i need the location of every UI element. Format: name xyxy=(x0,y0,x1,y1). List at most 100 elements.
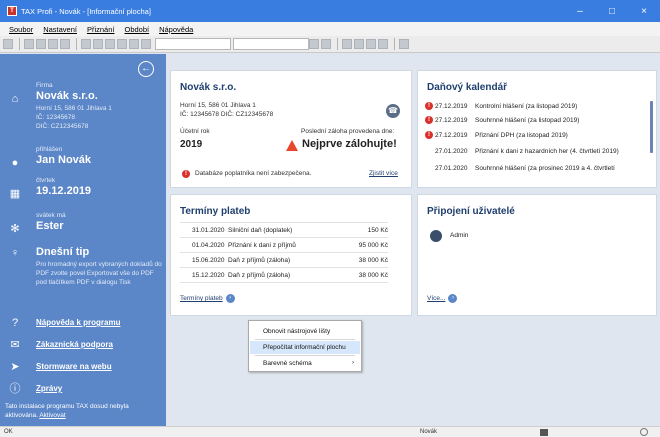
stormware-logo-icon: ➤ xyxy=(10,361,20,373)
toolbar-print-icon[interactable] xyxy=(60,39,70,49)
maximize-button[interactable]: □ xyxy=(596,0,628,22)
toolbar-paste-icon[interactable] xyxy=(105,39,115,49)
activation-text: Tato instalace programu TAX dosud nebyla… xyxy=(5,403,129,419)
tip-title: Dnešní tip xyxy=(36,246,90,258)
firm-address: Horní 15, 586 01 Jihlava 1 xyxy=(36,105,112,112)
payments-link[interactable]: Termíny plateb › xyxy=(180,294,235,303)
title-bar: T TAX Profi - Novák - [Informační plocha… xyxy=(0,0,660,22)
toolbar-separator xyxy=(337,38,338,50)
user-icon: ● xyxy=(11,157,19,169)
menu-refresh-toolbars[interactable]: Obnovit nástrojové lišty xyxy=(250,325,360,338)
toolbar-sort-icon[interactable] xyxy=(321,39,331,49)
payment-row[interactable]: 31.01.2020 Silniční daň (doplatek) 150 K… xyxy=(180,223,388,238)
nameday-name: Ester xyxy=(36,220,64,232)
menu-color-scheme[interactable]: Barevné schéma › xyxy=(250,357,360,370)
backup-warning[interactable]: Nejprve zálohujte! xyxy=(302,138,397,150)
alert-icon: ! xyxy=(425,116,433,124)
toolbar-cut-icon[interactable] xyxy=(81,39,91,49)
toolbar-filter-icon[interactable] xyxy=(309,39,319,49)
calendar-row[interactable]: ! 27.12.2019 Souhrnné hlášení (za listop… xyxy=(425,114,635,126)
context-menu: Obnovit nástrojové lišty Přepočítat info… xyxy=(248,320,362,372)
toolbar-delete-icon[interactable] xyxy=(117,39,127,49)
toolbar-next-icon[interactable] xyxy=(366,39,376,49)
toolbar-first-icon[interactable] xyxy=(342,39,352,49)
payment-row[interactable]: 01.04.2020 Přiznání k dani z příjmů 95 0… xyxy=(180,238,388,253)
home-icon: ⌂ xyxy=(11,93,19,105)
app-logo-icon: T xyxy=(7,6,17,16)
connected-user: Admin xyxy=(450,232,469,239)
menu-obdobi[interactable]: Období xyxy=(124,25,149,34)
more-info-link[interactable]: Zjistit více xyxy=(369,170,398,177)
toolbar-separator xyxy=(19,38,20,50)
submenu-arrow-icon: › xyxy=(352,360,354,366)
back-arrow-icon[interactable]: ← xyxy=(138,61,154,77)
toolbar-last-icon[interactable] xyxy=(378,39,388,49)
toolbar-copy-icon[interactable] xyxy=(93,39,103,49)
users-card: Připojení uživatelé Admin Více... › xyxy=(417,194,657,316)
activate-link[interactable]: Aktivovat xyxy=(39,412,65,419)
firm-label: Firma xyxy=(36,82,53,89)
menu-nastaveni[interactable]: Nastavení xyxy=(43,25,77,34)
warning-icon xyxy=(286,140,298,151)
menu-separator xyxy=(255,355,355,356)
company-address: Horní 15, 586 01 Jihlava 1 xyxy=(180,102,256,109)
menu-separator xyxy=(255,339,355,340)
alert-icon: ! xyxy=(425,131,433,139)
firm-dic: DIČ: CZ12345678 xyxy=(36,123,89,130)
help-link[interactable]: Nápověda k programu xyxy=(36,318,120,327)
web-link[interactable]: Stormware na webu xyxy=(36,362,112,371)
news-link[interactable]: Zprávy xyxy=(36,384,62,393)
toolbar-new-icon[interactable] xyxy=(24,39,34,49)
company-name: Novák s.r.o. xyxy=(180,82,237,93)
toolbar-grid-icon[interactable] xyxy=(3,39,13,49)
payment-row[interactable]: 15.12.2020 Daň z příjmů (záloha) 38 000 … xyxy=(180,268,388,283)
status-bar: OK Novák xyxy=(0,426,660,437)
calendar-scrollbar[interactable] xyxy=(650,101,653,153)
toolbar-undo-icon[interactable] xyxy=(129,39,139,49)
arrow-right-icon: › xyxy=(225,294,235,303)
alert-icon: ! xyxy=(425,102,433,110)
user-label: přihlášen xyxy=(36,146,63,153)
close-button[interactable]: × xyxy=(628,0,660,22)
toolbar-prev-icon[interactable] xyxy=(354,39,364,49)
nameday-label: svátek má xyxy=(36,212,66,219)
clock-icon xyxy=(640,428,648,436)
info-icon: ⓘ xyxy=(9,383,21,395)
toolbar-save-icon[interactable] xyxy=(48,39,58,49)
payments-card: Termíny plateb 31.01.2020 Silniční daň (… xyxy=(170,194,412,316)
tip-text: Pro hromadný export vybraných dokladů do… xyxy=(36,261,162,286)
calendar-row[interactable]: ! 27.12.2019 Přiznání DPH (za listopad 2… xyxy=(425,129,635,141)
minimize-button[interactable]: – xyxy=(564,0,596,22)
toolbar-find-icon[interactable] xyxy=(141,39,151,49)
support-link[interactable]: Zákaznická podpora xyxy=(36,340,113,349)
payment-row[interactable]: 15.06.2020 Daň z příjmů (záloha) 38 000 … xyxy=(180,253,388,268)
question-icon: ? xyxy=(11,317,19,329)
sidebar: ← ⌂ Firma Novák s.r.o. Horní 15, 586 01 … xyxy=(0,54,166,426)
menu-recalculate[interactable]: Přepočítat informační plochu xyxy=(250,341,360,354)
menu-bar: Soubor Nastavení Přiznání Období Nápověd… xyxy=(0,22,660,36)
menu-priznani[interactable]: Přiznání xyxy=(87,25,115,34)
company-ids: IČ: 12345678 DIČ: CZ12345678 xyxy=(180,111,274,118)
menu-soubor[interactable]: Soubor xyxy=(9,25,33,34)
fiscal-year-label: Účetní rok xyxy=(180,128,210,135)
user-avatar-icon xyxy=(430,230,442,242)
toolbar-search-input[interactable] xyxy=(155,38,231,50)
status-user: Novák xyxy=(420,429,438,435)
envelope-icon: ✉ xyxy=(10,339,20,351)
calendar-row[interactable]: ! 27.12.2019 Kontrolní hlášení (za listo… xyxy=(425,100,635,112)
current-date: 19.12.2019 xyxy=(36,185,92,197)
phone-icon[interactable]: ☎ xyxy=(386,104,400,118)
firm-name[interactable]: Novák s.r.o. xyxy=(36,90,98,102)
window-title: TAX Profi - Novák - [Informační plocha] xyxy=(21,6,151,16)
users-more-link[interactable]: Více... › xyxy=(427,294,458,303)
menu-napoveda[interactable]: Nápověda xyxy=(159,25,193,34)
lock-icon xyxy=(540,429,548,436)
calendar-row[interactable]: 27.01.2020 Přiznání k dani z hazardních … xyxy=(425,145,635,157)
fiscal-year: 2019 xyxy=(180,139,203,150)
error-icon: ! xyxy=(182,170,190,178)
calendar-title: Daňový kalendář xyxy=(427,82,508,93)
toolbar-help-icon[interactable] xyxy=(399,39,409,49)
toolbar-open-icon[interactable] xyxy=(36,39,46,49)
toolbar-filter-input[interactable] xyxy=(233,38,309,50)
calendar-row[interactable]: 27.01.2020 Souhrnné hlášení (za prosinec… xyxy=(425,162,635,174)
